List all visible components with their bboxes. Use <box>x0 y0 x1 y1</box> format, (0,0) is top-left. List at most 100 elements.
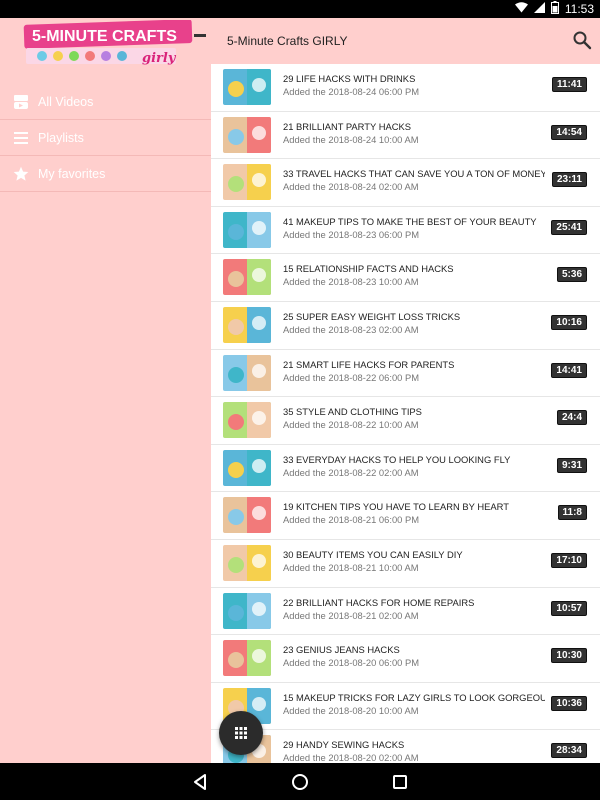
video-thumbnail <box>223 259 271 296</box>
video-title: 35 STYLE AND CLOTHING TIPS <box>283 406 422 418</box>
video-date: Added the 2018-08-20 10:00 AM <box>283 704 419 716</box>
video-list-item[interactable]: 29 HANDY SEWING HACKS Added the 2018-08-2… <box>211 730 600 763</box>
video-title: 29 HANDY SEWING HACKS <box>283 739 405 751</box>
video-title: 21 BRILLIANT PARTY HACKS <box>283 120 412 132</box>
video-date: Added the 2018-08-22 06:00 PM <box>283 371 420 383</box>
app-bar: 5-Minute Crafts GIRLY <box>211 18 600 64</box>
video-list-item[interactable]: 21 BRILLIANT PARTY HACKS Added the 2018-0… <box>211 112 600 160</box>
video-title: 21 SMART LIFE HACKS FOR PARENTS <box>283 358 455 370</box>
search-icon <box>573 31 592 50</box>
video-title: 15 RELATIONSHIP FACTS AND HACKS <box>283 263 454 275</box>
video-thumbnail <box>223 306 271 343</box>
duration-badge: 10:30 <box>551 648 587 664</box>
duration-badge: 17:10 <box>551 552 587 568</box>
video-list-item[interactable]: 23 GENIUS JEANS HACKS Added the 2018-08-2… <box>211 635 600 683</box>
list-icon <box>12 129 30 147</box>
star-icon <box>12 165 30 183</box>
back-icon <box>194 774 206 790</box>
status-icons: 11:53 <box>514 1 594 17</box>
logo-title: 5-MINUTE CRAFTS <box>32 28 177 45</box>
video-thumbnail <box>223 211 271 248</box>
duration-badge: 11:8 <box>557 505 587 521</box>
nav-item-label: All Videos <box>38 94 94 109</box>
video-list-item[interactable]: 15 RELATIONSHIP FACTS AND HACKS Added the… <box>211 254 600 302</box>
video-list-item[interactable]: 22 BRILLIANT HACKS FOR HOME REPAIRS Added… <box>211 588 600 636</box>
video-title: 22 BRILLIANT HACKS FOR HOME REPAIRS <box>283 596 475 608</box>
system-nav-bar <box>0 763 600 800</box>
video-list-item[interactable]: 41 MAKEUP TIPS TO MAKE THE BEST OF YOUR … <box>211 207 600 255</box>
grid-view-button[interactable] <box>219 711 263 755</box>
recents-button[interactable] <box>389 771 411 793</box>
video-date: Added the 2018-08-22 10:00 AM <box>283 419 419 431</box>
video-list[interactable]: 29 LIFE HACKS WITH DRINKS Added the 2018-… <box>211 64 600 763</box>
video-thumbnail <box>223 449 271 486</box>
video-date: Added the 2018-08-23 06:00 PM <box>283 228 420 240</box>
video-list-item[interactable]: 25 SUPER EASY WEIGHT LOSS TRICKS Added th… <box>211 302 600 350</box>
video-list-item[interactable]: 15 MAKEUP TRICKS FOR LAZY GIRLS TO LOOK … <box>211 683 600 731</box>
status-bar: 11:53 <box>0 0 600 18</box>
nav-item-all-videos[interactable]: All Videos <box>0 84 211 120</box>
duration-badge: 11:41 <box>551 77 587 92</box>
video-date: Added the 2018-08-22 02:00 AM <box>283 466 419 478</box>
grid-icon <box>235 727 247 739</box>
duration-badge: 28:34 <box>551 743 587 759</box>
video-title: 19 KITCHEN TIPS YOU HAVE TO LEARN BY HEA… <box>283 501 509 513</box>
video-date: Added the 2018-08-24 06:00 PM <box>283 86 420 97</box>
video-date: Added the 2018-08-21 02:00 AM <box>283 609 419 621</box>
duration-badge: 24:4 <box>556 410 587 426</box>
nav-item-label: Playlists <box>38 130 84 145</box>
video-list-item[interactable]: 30 BEAUTY ITEMS YOU CAN EASILY DIY Added … <box>211 540 600 588</box>
nav-item-playlists[interactable]: Playlists <box>0 120 211 156</box>
youtube-icon <box>12 93 30 111</box>
video-list-item[interactable]: 29 LIFE HACKS WITH DRINKS Added the 2018-… <box>211 64 600 112</box>
video-thumbnail <box>223 544 271 581</box>
page-title: 5-Minute Crafts GIRLY <box>227 34 348 48</box>
video-thumbnail <box>223 164 271 201</box>
home-button[interactable] <box>289 771 311 793</box>
duration-badge: 10:57 <box>551 600 587 616</box>
video-list-item[interactable]: 21 SMART LIFE HACKS FOR PARENTS Added the… <box>211 350 600 398</box>
back-button[interactable] <box>189 771 211 793</box>
wifi-icon <box>514 2 528 16</box>
duration-badge: 10:36 <box>551 695 587 711</box>
video-thumbnail <box>223 592 271 629</box>
duration-badge: 23:11 <box>551 172 587 188</box>
video-thumbnail <box>223 402 271 439</box>
video-title: 41 MAKEUP TIPS TO MAKE THE BEST OF YOUR … <box>283 215 537 227</box>
battery-icon <box>550 1 559 17</box>
video-list-item[interactable]: 33 EVERYDAY HACKS TO HELP YOU LOOKING FL… <box>211 445 600 493</box>
nav-item-label: My favorites <box>38 166 106 181</box>
navigation-drawer: 5-MINUTE CRAFTS girly All Videos Playlis… <box>0 18 211 763</box>
signal-icon <box>533 2 545 16</box>
video-list-item[interactable]: 19 KITCHEN TIPS YOU HAVE TO LEARN BY HEA… <box>211 492 600 540</box>
duration-badge: 5:36 <box>556 267 587 283</box>
video-thumbnail <box>223 116 271 153</box>
home-icon <box>292 774 308 790</box>
video-title: 33 EVERYDAY HACKS TO HELP YOU LOOKING FL… <box>283 453 511 465</box>
video-title: 30 BEAUTY ITEMS YOU CAN EASILY DIY <box>283 548 463 560</box>
video-list-item[interactable]: 33 TRAVEL HACKS THAT CAN SAVE YOU A TON … <box>211 159 600 207</box>
search-button[interactable] <box>572 30 592 50</box>
video-thumbnail <box>223 497 271 534</box>
video-date: Added the 2018-08-20 06:00 PM <box>283 657 420 669</box>
status-time: 11:53 <box>564 2 594 16</box>
duration-badge: 14:54 <box>551 124 587 140</box>
recents-icon <box>393 775 407 789</box>
video-date: Added the 2018-08-24 02:00 AM <box>283 181 419 193</box>
video-title: 33 TRAVEL HACKS THAT CAN SAVE YOU A TON … <box>283 168 545 180</box>
video-thumbnail <box>223 69 271 105</box>
video-date: Added the 2018-08-23 10:00 AM <box>283 276 419 288</box>
duration-badge: 10:16 <box>551 314 587 330</box>
video-title: 25 SUPER EASY WEIGHT LOSS TRICKS <box>283 310 461 322</box>
video-thumbnail <box>223 640 271 677</box>
video-title: 23 GENIUS JEANS HACKS <box>283 644 400 656</box>
app-logo: 5-MINUTE CRAFTS girly <box>22 19 210 66</box>
video-thumbnail <box>223 354 271 391</box>
nav-item-my-favorites[interactable]: My favorites <box>0 156 211 192</box>
video-date: Added the 2018-08-23 02:00 AM <box>283 323 419 335</box>
video-date: Added the 2018-08-20 02:00 AM <box>283 752 419 763</box>
duration-badge: 25:41 <box>551 219 587 235</box>
video-list-item[interactable]: 35 STYLE AND CLOTHING TIPS Added the 2018… <box>211 397 600 445</box>
duration-badge: 9:31 <box>556 457 587 473</box>
video-date: Added the 2018-08-24 10:00 AM <box>283 133 419 145</box>
